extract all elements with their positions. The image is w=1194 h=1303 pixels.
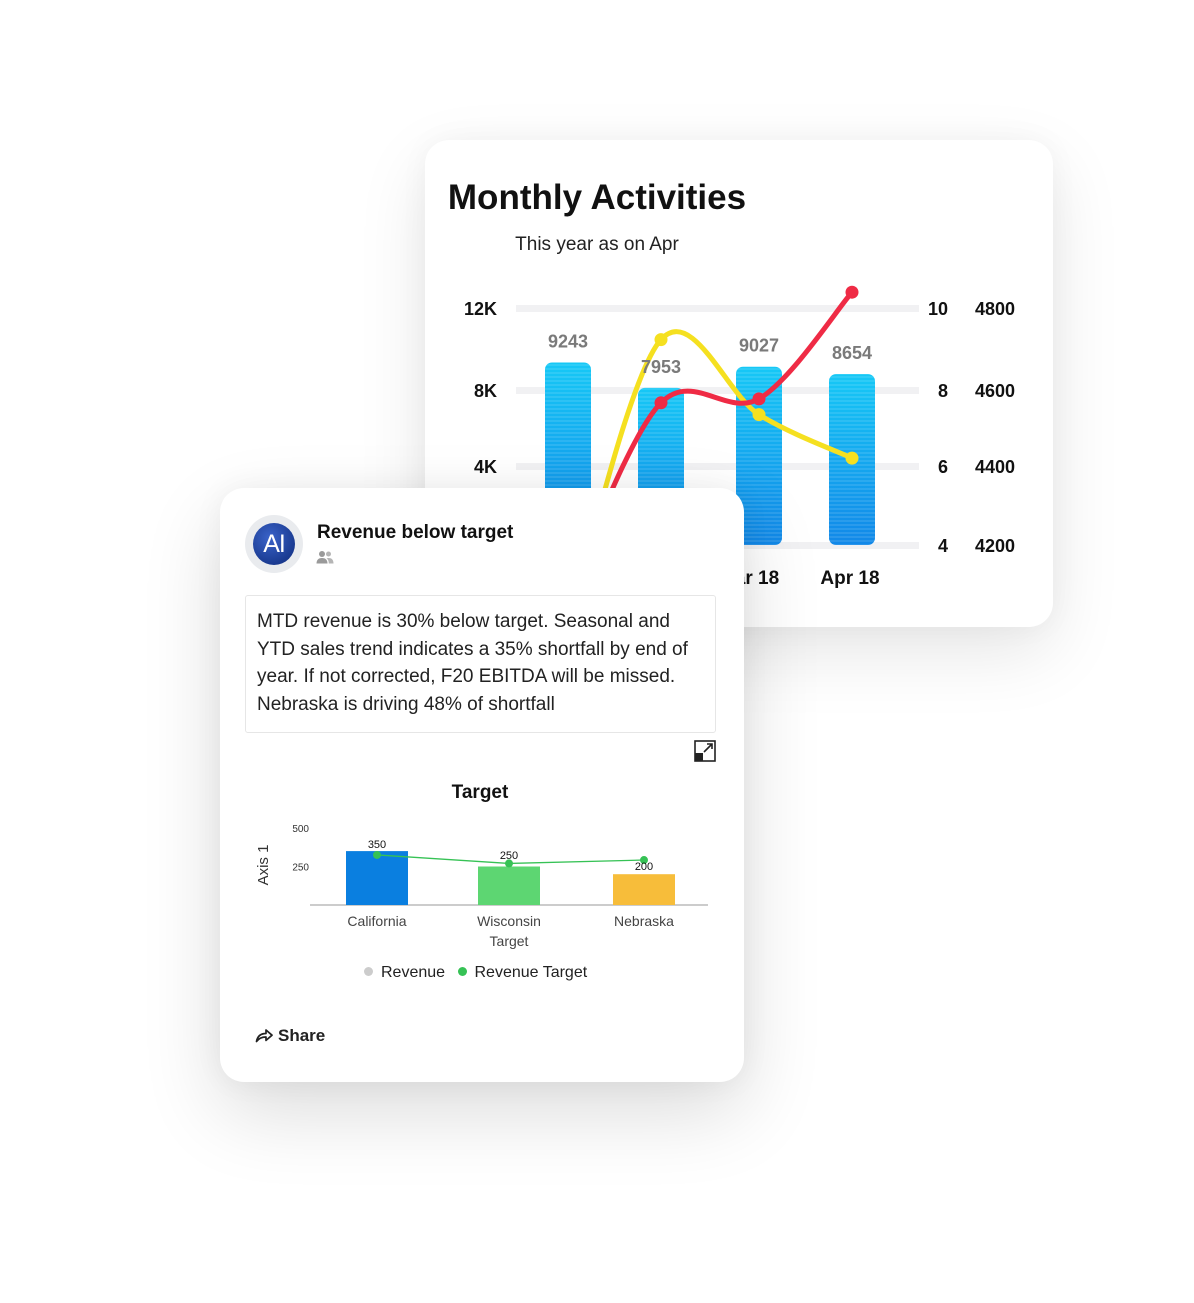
x-tick-label: Wisconsin [477, 913, 541, 929]
target-chart: 500 250 Axis 1 350 250 200 California Wisconsin… [255, 824, 708, 949]
x-tick-label: Nebraska [614, 913, 674, 929]
legend-label-revenue: Revenue [381, 964, 446, 981]
x-axis-label: Target [490, 933, 529, 949]
share-label: Share [278, 1026, 326, 1045]
y-axis-label: Axis 1 [255, 845, 272, 886]
legend-item-revenue-target[interactable]: Revenue Target [457, 964, 588, 981]
share-button[interactable]: Share [255, 1026, 325, 1046]
share-icon [255, 1029, 273, 1043]
x-tick-label: California [347, 913, 406, 929]
target-point [373, 850, 381, 859]
bar-data-label: 350 [368, 839, 386, 851]
legend-label-revenue-target: Revenue Target [474, 964, 588, 981]
y-tick-label: 250 [292, 863, 309, 874]
y-tick-label: 500 [292, 824, 309, 835]
legend-dot-revenue [364, 967, 373, 977]
bar [478, 866, 540, 905]
bar-data-label: 250 [500, 850, 518, 862]
target-chart-legend: Revenue Revenue Target [364, 964, 595, 982]
bar [613, 874, 675, 905]
legend-dot-revenue-target [457, 967, 467, 977]
legend-item-revenue[interactable]: Revenue [364, 964, 450, 981]
bar [346, 851, 408, 905]
bar-data-label: 200 [635, 861, 653, 873]
